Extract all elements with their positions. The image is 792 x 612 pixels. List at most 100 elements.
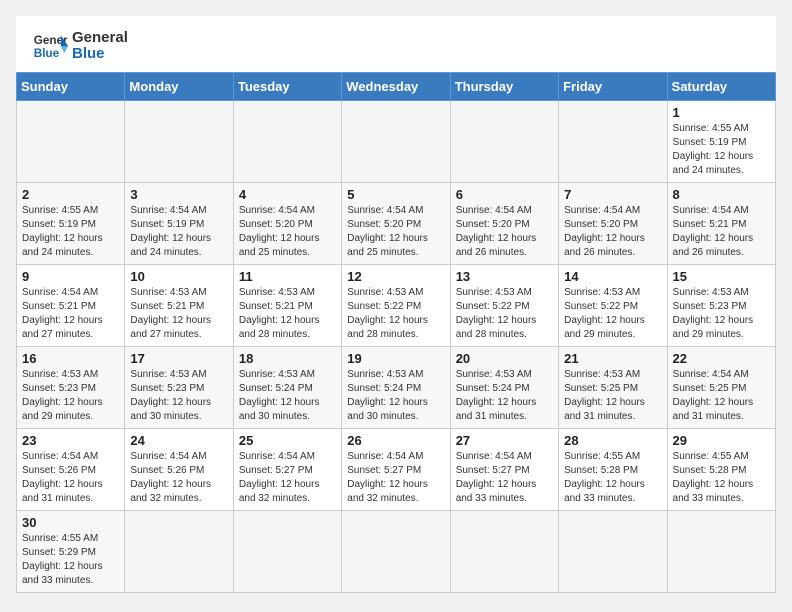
calendar-day-cell: 19 Sunrise: 4:53 AM Sunset: 5:24 PM Dayli… — [342, 347, 450, 429]
calendar-day-cell — [450, 101, 558, 183]
calendar-day-cell: 23 Sunrise: 4:54 AM Sunset: 5:26 PM Dayli… — [17, 429, 125, 511]
day-number: 8 — [673, 187, 770, 202]
weekday-header-saturday: Saturday — [667, 73, 775, 101]
day-info: Sunrise: 4:55 AM Sunset: 5:19 PM Dayligh… — [673, 122, 770, 178]
day-info: Sunrise: 4:54 AM Sunset: 5:19 PM Dayligh… — [130, 204, 227, 260]
calendar-day-cell: 27 Sunrise: 4:54 AM Sunset: 5:27 PM Dayli… — [450, 429, 558, 511]
day-info: Sunrise: 4:53 AM Sunset: 5:24 PM Dayligh… — [456, 368, 553, 424]
day-number: 4 — [239, 187, 336, 202]
weekday-header-thursday: Thursday — [450, 73, 558, 101]
day-number: 16 — [22, 351, 119, 366]
day-number: 14 — [564, 269, 661, 284]
calendar-day-cell: 17 Sunrise: 4:53 AM Sunset: 5:23 PM Dayli… — [125, 347, 233, 429]
calendar-day-cell: 5 Sunrise: 4:54 AM Sunset: 5:20 PM Daylig… — [342, 183, 450, 265]
calendar-day-cell: 22 Sunrise: 4:54 AM Sunset: 5:25 PM Dayli… — [667, 347, 775, 429]
calendar-day-cell: 28 Sunrise: 4:55 AM Sunset: 5:28 PM Dayli… — [559, 429, 667, 511]
day-number: 30 — [22, 515, 119, 530]
calendar-week-row: 16 Sunrise: 4:53 AM Sunset: 5:23 PM Dayli… — [17, 347, 776, 429]
day-number: 28 — [564, 433, 661, 448]
day-info: Sunrise: 4:54 AM Sunset: 5:26 PM Dayligh… — [22, 450, 119, 506]
svg-text:Blue: Blue — [34, 47, 60, 60]
day-number: 29 — [673, 433, 770, 448]
calendar-day-cell: 6 Sunrise: 4:54 AM Sunset: 5:20 PM Daylig… — [450, 183, 558, 265]
day-number: 23 — [22, 433, 119, 448]
calendar-day-cell: 15 Sunrise: 4:53 AM Sunset: 5:23 PM Dayli… — [667, 265, 775, 347]
calendar-week-row: 9Sunrise: 4:54 AM Sunset: 5:21 PM Daylig… — [17, 265, 776, 347]
day-info: Sunrise: 4:54 AM Sunset: 5:27 PM Dayligh… — [456, 450, 553, 506]
day-info: Sunrise: 4:54 AM Sunset: 5:20 PM Dayligh… — [456, 204, 553, 260]
calendar-day-cell: 30 Sunrise: 4:55 AM Sunset: 5:29 PM Dayli… — [17, 511, 125, 593]
calendar-day-cell: 9Sunrise: 4:54 AM Sunset: 5:21 PM Daylig… — [17, 265, 125, 347]
calendar-day-cell: 26Sunrise: 4:54 AM Sunset: 5:27 PM Dayli… — [342, 429, 450, 511]
day-number: 17 — [130, 351, 227, 366]
day-info: Sunrise: 4:54 AM Sunset: 5:25 PM Dayligh… — [673, 368, 770, 424]
day-info: Sunrise: 4:53 AM Sunset: 5:23 PM Dayligh… — [22, 368, 119, 424]
calendar-day-cell — [233, 511, 341, 593]
day-info: Sunrise: 4:53 AM Sunset: 5:22 PM Dayligh… — [456, 286, 553, 342]
day-info: Sunrise: 4:53 AM Sunset: 5:24 PM Dayligh… — [347, 368, 444, 424]
day-number: 15 — [673, 269, 770, 284]
day-info: Sunrise: 4:54 AM Sunset: 5:20 PM Dayligh… — [564, 204, 661, 260]
calendar-week-row: 1 Sunrise: 4:55 AM Sunset: 5:19 PM Daylig… — [17, 101, 776, 183]
day-info: Sunrise: 4:54 AM Sunset: 5:20 PM Dayligh… — [347, 204, 444, 260]
day-number: 13 — [456, 269, 553, 284]
calendar-day-cell: 14 Sunrise: 4:53 AM Sunset: 5:22 PM Dayli… — [559, 265, 667, 347]
calendar-week-row: 30 Sunrise: 4:55 AM Sunset: 5:29 PM Dayli… — [17, 511, 776, 593]
day-number: 3 — [130, 187, 227, 202]
day-info: Sunrise: 4:53 AM Sunset: 5:23 PM Dayligh… — [130, 368, 227, 424]
calendar-day-cell: 25Sunrise: 4:54 AM Sunset: 5:27 PM Dayli… — [233, 429, 341, 511]
weekday-header-friday: Friday — [559, 73, 667, 101]
day-number: 19 — [347, 351, 444, 366]
day-info: Sunrise: 4:55 AM Sunset: 5:29 PM Dayligh… — [22, 532, 119, 588]
day-number: 20 — [456, 351, 553, 366]
calendar-day-cell — [125, 511, 233, 593]
day-number: 22 — [673, 351, 770, 366]
logo: General Blue General Blue — [32, 28, 128, 64]
calendar-day-cell: 3 Sunrise: 4:54 AM Sunset: 5:19 PM Daylig… — [125, 183, 233, 265]
calendar-day-cell — [667, 511, 775, 593]
calendar-day-cell — [233, 101, 341, 183]
calendar-day-cell: 24Sunrise: 4:54 AM Sunset: 5:26 PM Dayli… — [125, 429, 233, 511]
day-info: Sunrise: 4:54 AM Sunset: 5:26 PM Dayligh… — [130, 450, 227, 506]
day-info: Sunrise: 4:55 AM Sunset: 5:28 PM Dayligh… — [564, 450, 661, 506]
calendar-week-row: 2Sunrise: 4:55 AM Sunset: 5:19 PM Daylig… — [17, 183, 776, 265]
day-info: Sunrise: 4:55 AM Sunset: 5:28 PM Dayligh… — [673, 450, 770, 506]
weekday-header-sunday: Sunday — [17, 73, 125, 101]
calendar-day-cell: 18 Sunrise: 4:53 AM Sunset: 5:24 PM Dayli… — [233, 347, 341, 429]
calendar-day-cell: 29 Sunrise: 4:55 AM Sunset: 5:28 PM Dayli… — [667, 429, 775, 511]
calendar-page: General Blue General Blue SundayMondayTu… — [16, 16, 776, 593]
weekday-header-wednesday: Wednesday — [342, 73, 450, 101]
day-number: 26 — [347, 433, 444, 448]
day-number: 1 — [673, 105, 770, 120]
logo-icon: General Blue — [32, 28, 68, 64]
day-number: 18 — [239, 351, 336, 366]
weekday-header-tuesday: Tuesday — [233, 73, 341, 101]
calendar-day-cell: 20 Sunrise: 4:53 AM Sunset: 5:24 PM Dayli… — [450, 347, 558, 429]
calendar-day-cell: 7 Sunrise: 4:54 AM Sunset: 5:20 PM Daylig… — [559, 183, 667, 265]
day-number: 27 — [456, 433, 553, 448]
day-info: Sunrise: 4:54 AM Sunset: 5:21 PM Dayligh… — [673, 204, 770, 260]
calendar-day-cell — [342, 101, 450, 183]
day-number: 2 — [22, 187, 119, 202]
day-info: Sunrise: 4:54 AM Sunset: 5:27 PM Dayligh… — [239, 450, 336, 506]
day-number: 10 — [130, 269, 227, 284]
day-number: 7 — [564, 187, 661, 202]
day-info: Sunrise: 4:53 AM Sunset: 5:24 PM Dayligh… — [239, 368, 336, 424]
weekday-header-row: SundayMondayTuesdayWednesdayThursdayFrid… — [17, 73, 776, 101]
calendar-day-cell: 8 Sunrise: 4:54 AM Sunset: 5:21 PM Daylig… — [667, 183, 775, 265]
day-number: 11 — [239, 269, 336, 284]
calendar-table: SundayMondayTuesdayWednesdayThursdayFrid… — [16, 72, 776, 593]
day-number: 5 — [347, 187, 444, 202]
day-info: Sunrise: 4:53 AM Sunset: 5:21 PM Dayligh… — [239, 286, 336, 342]
logo-blue: Blue — [72, 46, 128, 63]
calendar-day-cell — [559, 511, 667, 593]
day-info: Sunrise: 4:53 AM Sunset: 5:21 PM Dayligh… — [130, 286, 227, 342]
day-number: 6 — [456, 187, 553, 202]
day-info: Sunrise: 4:53 AM Sunset: 5:23 PM Dayligh… — [673, 286, 770, 342]
calendar-day-cell — [125, 101, 233, 183]
day-info: Sunrise: 4:53 AM Sunset: 5:22 PM Dayligh… — [564, 286, 661, 342]
calendar-day-cell: 21Sunrise: 4:53 AM Sunset: 5:25 PM Dayli… — [559, 347, 667, 429]
calendar-day-cell — [17, 101, 125, 183]
calendar-day-cell: 10 Sunrise: 4:53 AM Sunset: 5:21 PM Dayli… — [125, 265, 233, 347]
day-number: 12 — [347, 269, 444, 284]
